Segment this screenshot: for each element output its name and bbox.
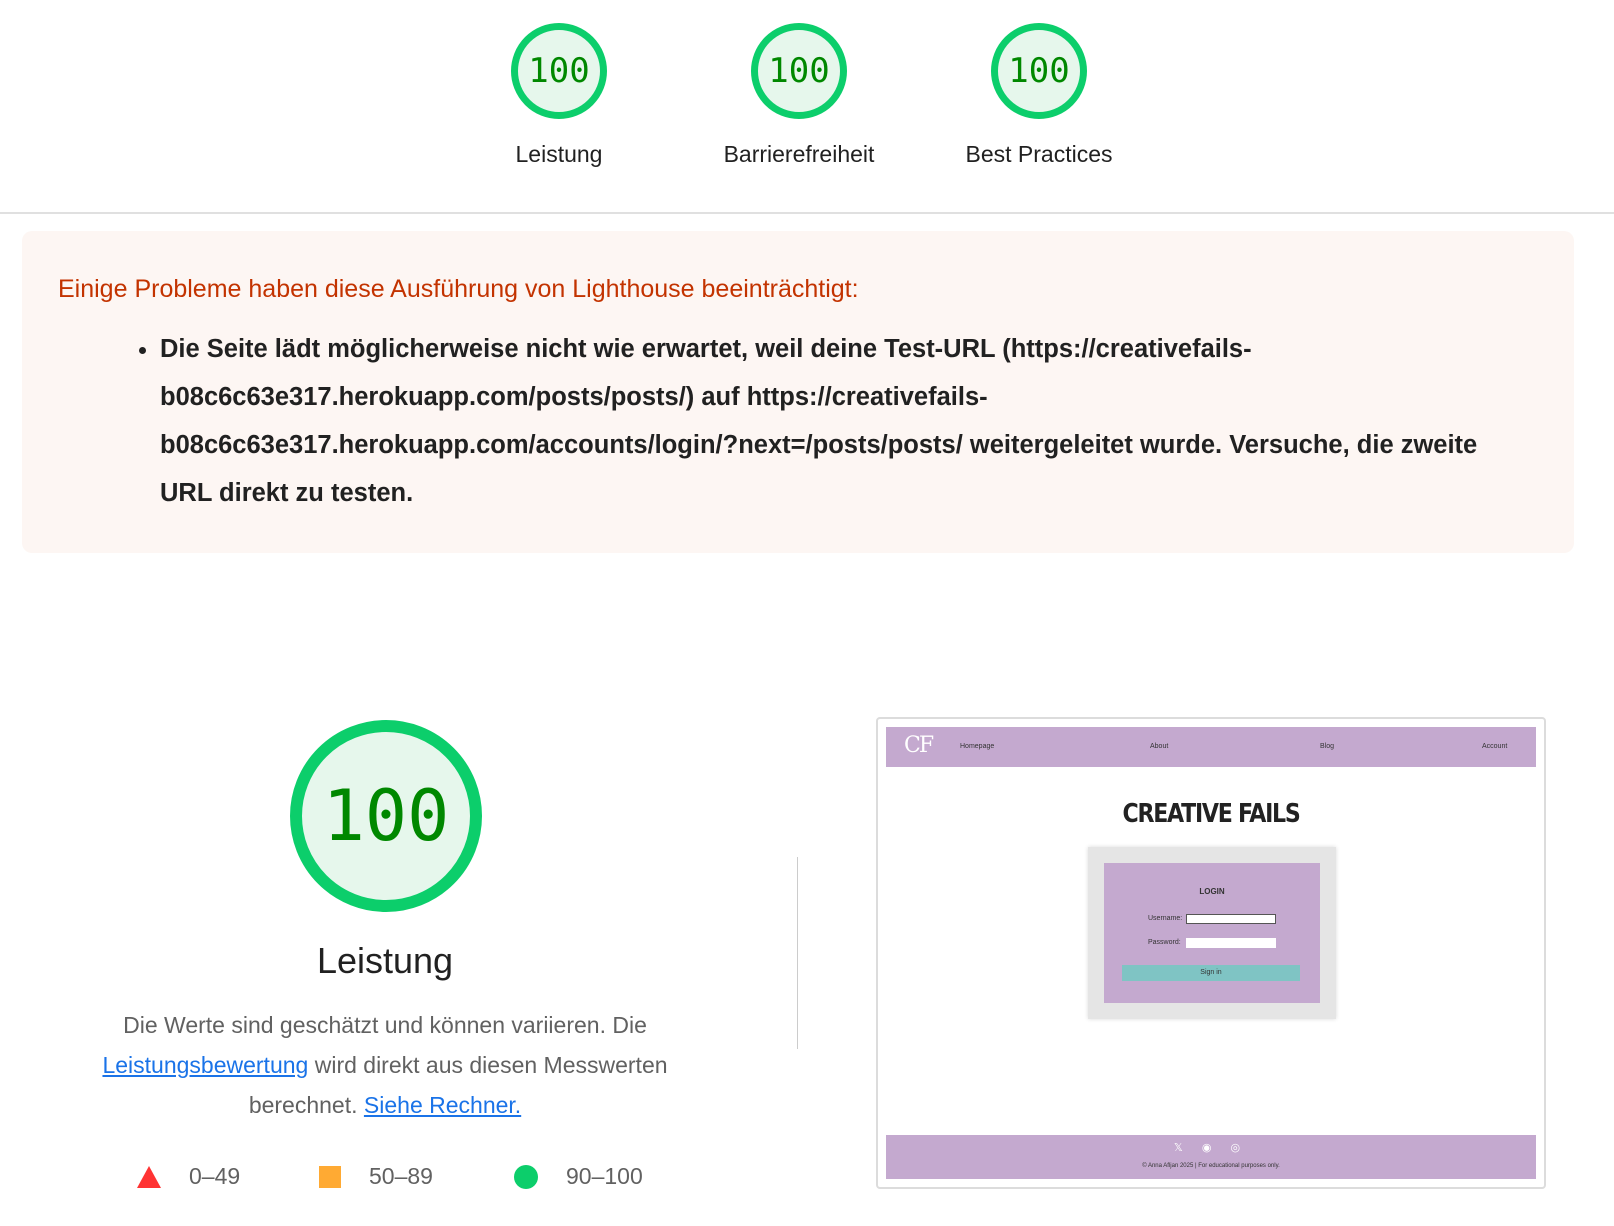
thumb-login-form: LOGIN Username: Password: Sign in: [1104, 863, 1320, 1003]
thumb-username-label: Username:: [1148, 915, 1183, 922]
thumb-login-card: LOGIN Username: Password: Sign in: [1088, 847, 1336, 1019]
desc-text: Die Werte sind geschätzt und können vari…: [123, 1012, 647, 1038]
thumb-navbar: CF Homepage About Blog Account: [886, 727, 1536, 767]
legend-fail: 0–49: [137, 1163, 240, 1190]
gauge-label: Barrierefreiheit: [723, 141, 875, 167]
thumb-nav-item: Account: [1482, 743, 1508, 750]
thumb-nav-item: About: [1150, 743, 1169, 750]
circle-icon: [514, 1164, 538, 1189]
thumb-password-field: [1186, 938, 1276, 948]
thumb-nav-item: Homepage: [960, 743, 995, 750]
legend-pass-label: 90–100: [566, 1163, 643, 1189]
legend-pass: 90–100: [514, 1163, 643, 1190]
run-warnings: Einige Probleme haben diese Ausführung v…: [22, 231, 1574, 553]
legend-average-label: 50–89: [369, 1163, 433, 1189]
legend-average: 50–89: [319, 1163, 433, 1190]
square-icon: [319, 1165, 341, 1188]
thumb-footer: 𝕏 ◉ ◎ © Anna Afljan 2025 | For education…: [886, 1135, 1536, 1179]
gauge-best-practices[interactable]: 100 Best Practices: [919, 23, 1159, 168]
thumb-signin-button: Sign in: [1122, 965, 1300, 981]
warning-title: Einige Probleme haben diese Ausführung v…: [58, 275, 859, 303]
performance-title: Leistung: [316, 940, 454, 981]
score-summary: 100 Leistung 100 Barrierefreiheit 100 Be…: [0, 0, 1614, 214]
legend-fail-label: 0–49: [189, 1163, 241, 1189]
thumb-logo: CF: [904, 733, 934, 758]
triangle-icon: [137, 1165, 161, 1188]
warning-list: Die Seite lädt möglicherweise nicht wie …: [136, 325, 1536, 517]
vertical-divider: [797, 857, 798, 1049]
thumb-username-field: [1186, 914, 1276, 924]
lighthouse-report: 100 Leistung 100 Barrierefreiheit 100 Be…: [0, 0, 1614, 1226]
thumb-footer-text: © Anna Afljan 2025 | For educational pur…: [1142, 1163, 1280, 1169]
thumb-brand-title: CREATIVE FAILS: [1122, 799, 1301, 829]
score-ring: 100: [751, 23, 847, 119]
thumb-nav-item: Blog: [1320, 743, 1335, 750]
gauge-performance[interactable]: 100 Leistung: [439, 23, 679, 168]
thumb-login-title: LOGIN: [1199, 887, 1225, 896]
score-ring: 100: [991, 23, 1087, 119]
score-ring: 100: [511, 23, 607, 119]
performance-score-link[interactable]: Leistungsbewertung: [102, 1052, 308, 1078]
performance-description: Die Werte sind geschätzt und können vari…: [80, 1005, 690, 1125]
thumb-password-label: Password:: [1148, 939, 1181, 946]
thumb-social-icons: 𝕏 ◉ ◎: [1173, 1142, 1249, 1154]
score-legend: 0–49 50–89 90–100: [0, 1163, 700, 1197]
calculator-link[interactable]: Siehe Rechner.: [364, 1092, 521, 1118]
gauge-accessibility[interactable]: 100 Barrierefreiheit: [679, 23, 919, 168]
gauge-label: Leistung: [515, 141, 603, 167]
performance-score-ring: 100: [290, 720, 482, 912]
final-screenshot[interactable]: CF Homepage About Blog Account CREATIVE …: [876, 717, 1546, 1189]
warning-item: Die Seite lädt möglicherweise nicht wie …: [160, 325, 1536, 517]
gauge-label: Best Practices: [965, 141, 1113, 167]
